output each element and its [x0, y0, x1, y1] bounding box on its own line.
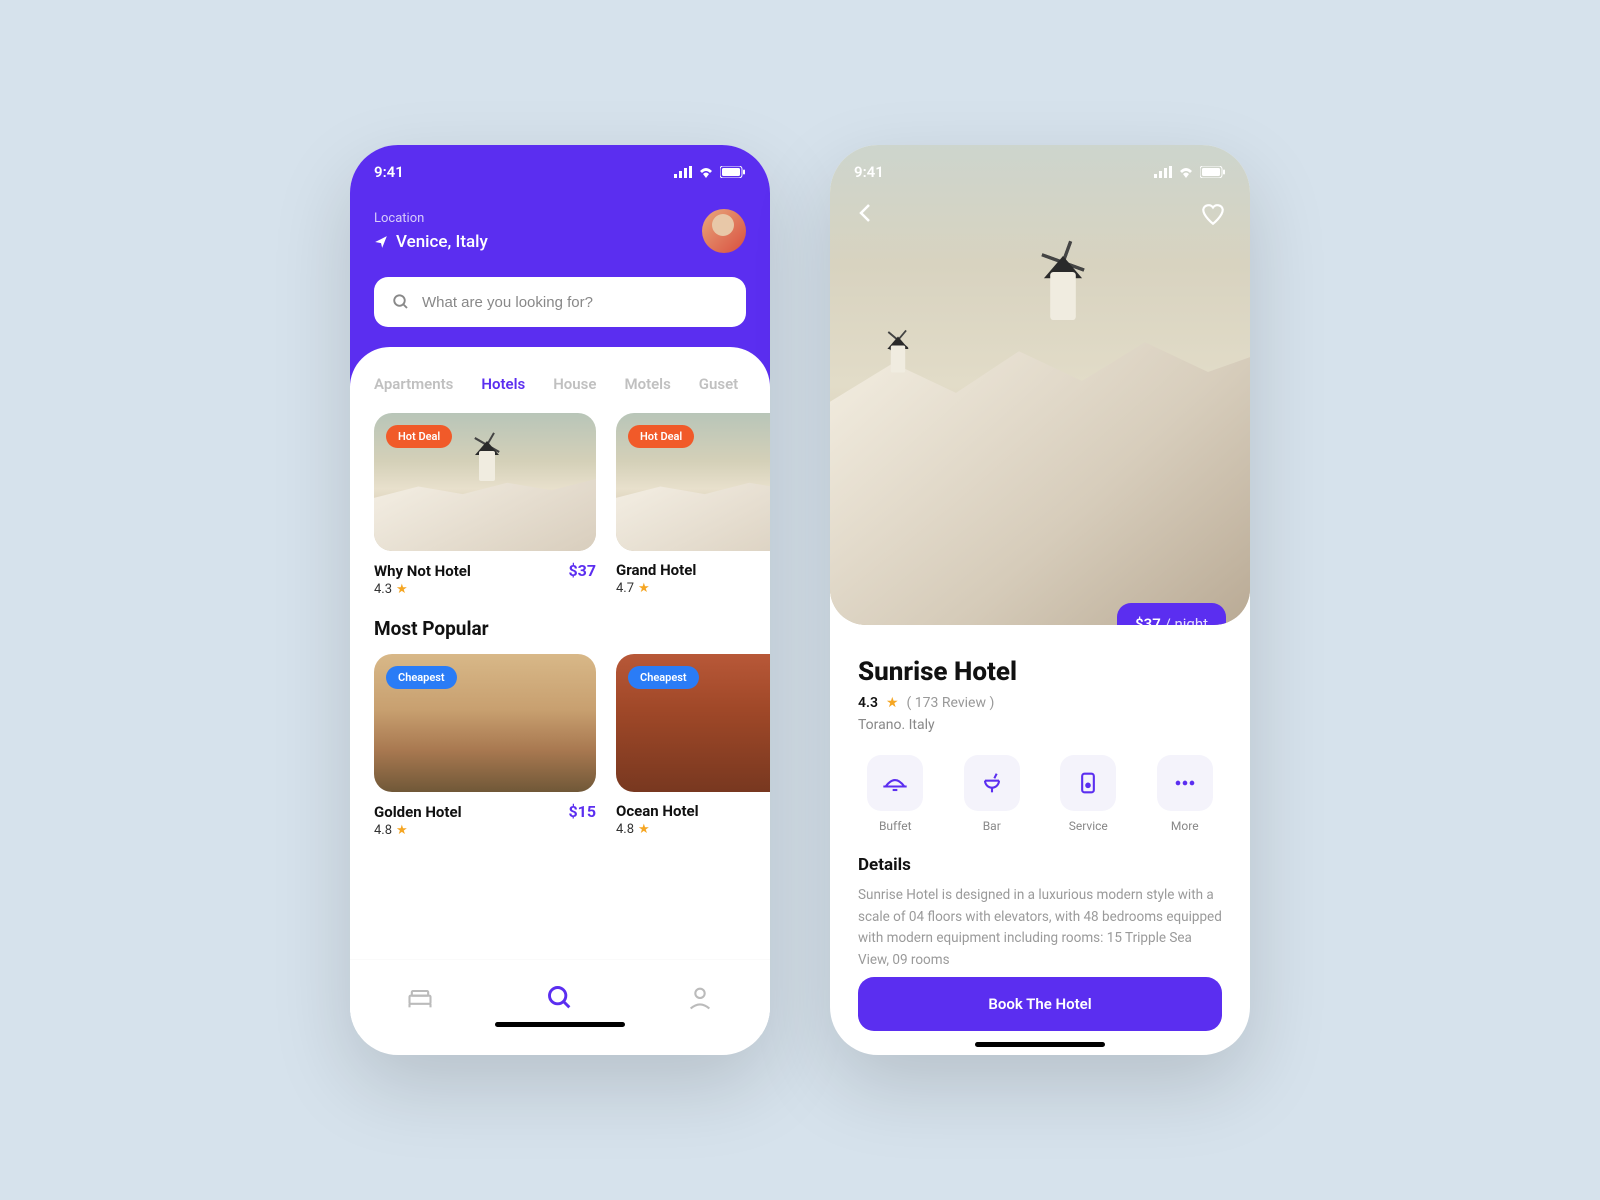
review-row: 4.3 ★ ( 173 Review )	[858, 695, 1222, 711]
price-unit: / night	[1165, 615, 1208, 625]
hot-deals-row[interactable]: Hot Deal Why Not Hotel $37 4.3★ Hot Deal…	[350, 413, 770, 597]
hotel-card[interactable]: Cheapest Golden Hotel $15 4.8★	[374, 654, 596, 838]
battery-icon	[1200, 166, 1226, 178]
search-nav-icon[interactable]	[546, 984, 574, 1012]
wifi-icon	[698, 166, 714, 178]
hero-image: 9:41 $37 / night	[830, 145, 1250, 625]
more-icon	[1171, 769, 1199, 797]
battery-icon	[720, 166, 746, 178]
price-value: $37	[1135, 615, 1161, 625]
hotel-rating: 4.8★	[374, 823, 596, 838]
tab-apartments[interactable]: Apartments	[374, 375, 453, 393]
bottom-nav	[350, 959, 770, 1035]
location-label: Location	[374, 211, 488, 226]
hotel-price: $15	[568, 802, 596, 821]
body: Apartments Hotels House Motels Guset Hot…	[350, 347, 770, 1035]
detail-body: Sunrise Hotel 4.3 ★ ( 173 Review ) Toran…	[830, 625, 1250, 971]
status-time: 9:41	[374, 163, 404, 181]
tab-guest[interactable]: Guset	[699, 375, 738, 393]
bar-icon	[978, 769, 1006, 797]
cheapest-badge: Cheapest	[628, 666, 699, 689]
star-icon: ★	[396, 582, 408, 597]
amenity-service[interactable]: Service	[1051, 755, 1126, 833]
back-icon[interactable]	[854, 201, 878, 225]
search-input[interactable]	[422, 294, 728, 311]
hotel-card[interactable]: Hot Deal Grand Hotel 4.7★	[616, 413, 770, 597]
status-time: 9:41	[854, 163, 884, 181]
buffet-icon	[881, 769, 909, 797]
hotel-image: Hot Deal	[374, 413, 596, 551]
star-icon: ★	[396, 823, 408, 838]
search-bar[interactable]	[374, 277, 746, 327]
signal-icon	[674, 166, 692, 178]
search-screen: 9:41 Location Venice, Italy Apartm	[350, 145, 770, 1055]
price-pill: $37 / night	[1117, 603, 1226, 625]
amenity-bar[interactable]: Bar	[955, 755, 1030, 833]
popular-row[interactable]: Cheapest Golden Hotel $15 4.8★ Cheapest …	[350, 654, 770, 838]
tab-hotels[interactable]: Hotels	[481, 375, 525, 393]
hotel-title: Sunrise Hotel	[858, 657, 1222, 687]
book-button[interactable]: Book The Hotel	[858, 977, 1222, 1031]
hotel-image: Cheapest	[616, 654, 770, 792]
bed-icon[interactable]	[406, 984, 434, 1012]
tab-house[interactable]: House	[553, 375, 596, 393]
status-bar: 9:41	[854, 163, 1226, 181]
amenities-row: Buffet Bar Service More	[858, 755, 1222, 833]
hotel-location: Torano. Italy	[858, 717, 1222, 733]
signal-icon	[1154, 166, 1172, 178]
location-arrow-icon	[374, 235, 388, 249]
hotel-image: Cheapest	[374, 654, 596, 792]
search-icon	[392, 293, 410, 311]
hotel-rating: 4.3★	[374, 582, 596, 597]
status-bar: 9:41	[374, 163, 746, 181]
service-icon	[1074, 769, 1102, 797]
home-indicator	[975, 1042, 1105, 1047]
avatar[interactable]	[702, 209, 746, 253]
amenity-more[interactable]: More	[1148, 755, 1223, 833]
section-title-popular: Most Popular	[350, 597, 770, 654]
hot-deal-badge: Hot Deal	[628, 425, 694, 448]
hotel-card[interactable]: Hot Deal Why Not Hotel $37 4.3★	[374, 413, 596, 597]
review-count: ( 173 Review )	[907, 695, 995, 711]
star-icon: ★	[638, 581, 650, 596]
status-icons	[1154, 166, 1226, 178]
category-tabs: Apartments Hotels House Motels Guset	[350, 375, 770, 393]
details-text: Sunrise Hotel is designed in a luxurious…	[858, 885, 1222, 971]
hotel-rating: 4.7★	[616, 581, 770, 596]
hotel-rating: 4.8★	[616, 822, 770, 837]
star-icon: ★	[886, 695, 899, 711]
heart-icon[interactable]	[1200, 201, 1226, 227]
details-heading: Details	[858, 855, 1222, 875]
tab-motels[interactable]: Motels	[624, 375, 670, 393]
hotel-price: $37	[568, 561, 596, 580]
rating-value: 4.3	[858, 695, 878, 711]
status-icons	[674, 166, 746, 178]
cheapest-badge: Cheapest	[386, 666, 457, 689]
star-icon: ★	[638, 822, 650, 837]
location-block[interactable]: Location Venice, Italy	[374, 211, 488, 252]
hotel-detail-screen: 9:41 $37 / night Sunrise Hotel 4.3 ★ ( 1…	[830, 145, 1250, 1055]
hotel-card[interactable]: Cheapest Ocean Hotel 4.8★	[616, 654, 770, 838]
amenity-buffet[interactable]: Buffet	[858, 755, 933, 833]
hotel-name: Grand Hotel	[616, 561, 696, 579]
location-value: Venice, Italy	[374, 232, 488, 252]
hot-deal-badge: Hot Deal	[386, 425, 452, 448]
hotel-image: Hot Deal	[616, 413, 770, 551]
location-row: Location Venice, Italy	[374, 209, 746, 253]
hotel-name: Why Not Hotel	[374, 562, 471, 580]
wifi-icon	[1178, 166, 1194, 178]
hotel-name: Golden Hotel	[374, 803, 462, 821]
hotel-name: Ocean Hotel	[616, 802, 699, 820]
profile-icon[interactable]	[686, 984, 714, 1012]
